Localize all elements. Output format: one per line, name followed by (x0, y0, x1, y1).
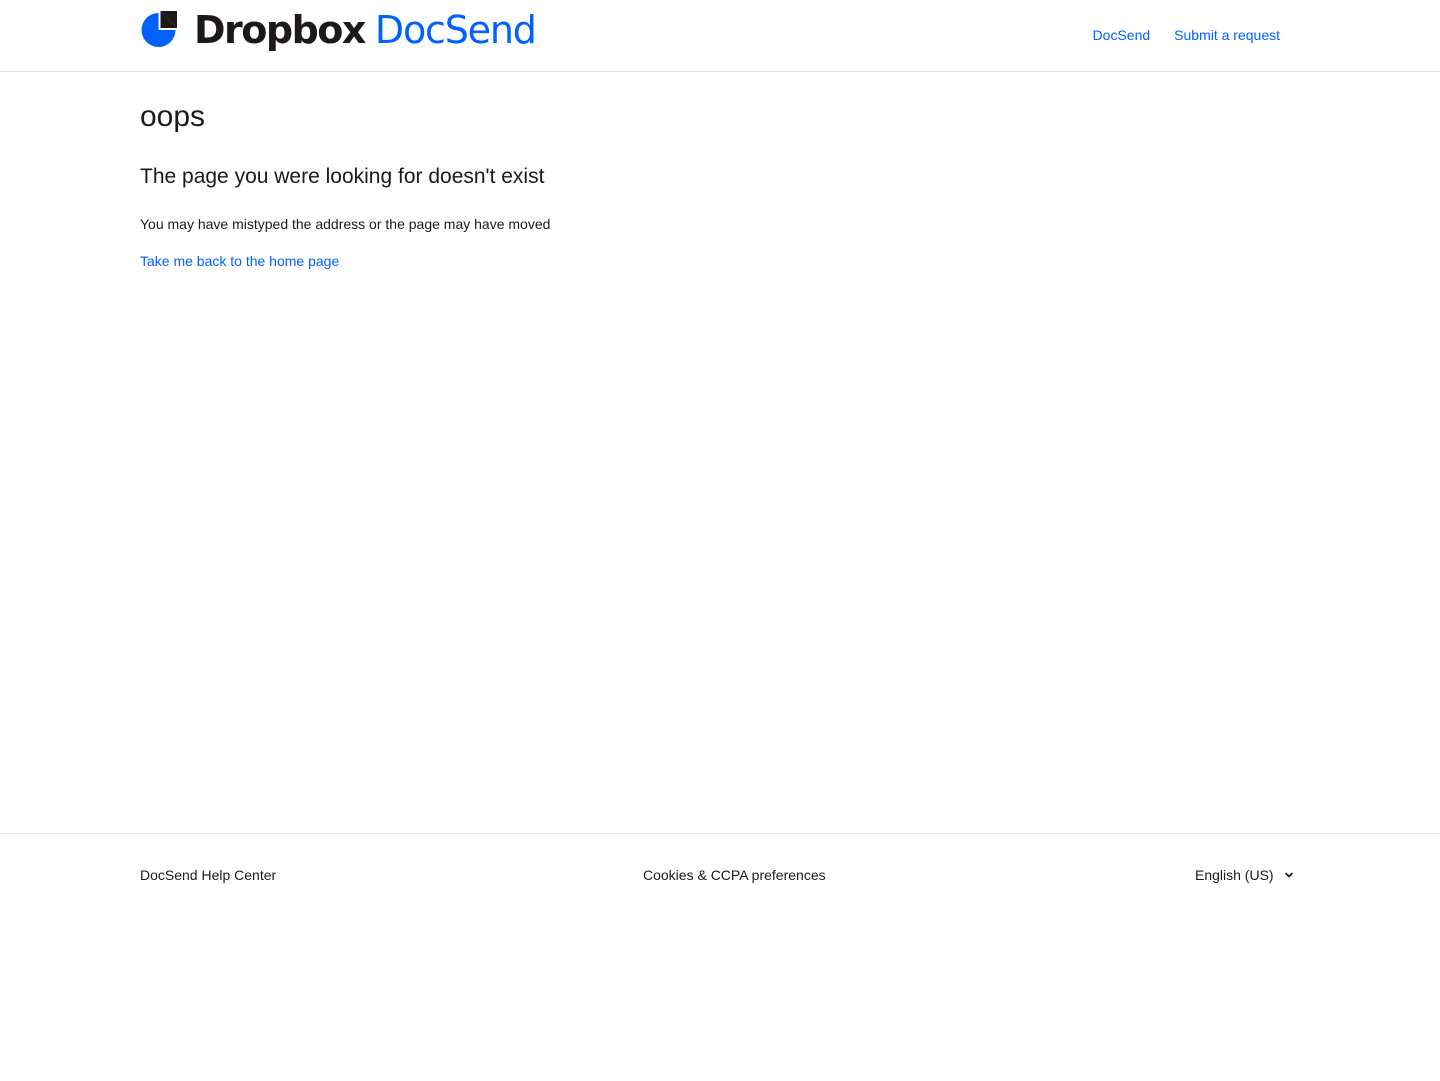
chevron-down-icon (1284, 872, 1293, 878)
language-selector[interactable]: English (US) (1195, 866, 1294, 884)
language-selected-label: English (US) (1195, 867, 1274, 883)
dropbox-docsend-logo-icon (141, 11, 177, 47)
footer-help-center-link[interactable]: DocSend Help Center (140, 866, 276, 884)
logo-link[interactable]: Dropbox DocSend (140, 8, 537, 52)
header-nav: DocSend Submit a request (1093, 26, 1280, 44)
error-subtitle: The page you were looking for doesn't ex… (140, 165, 545, 188)
site-footer: DocSend Help Center Cookies & CCPA prefe… (0, 833, 1440, 1081)
error-description: You may have mistyped the address or the… (140, 216, 551, 232)
home-page-link[interactable]: Take me back to the home page (140, 252, 339, 270)
nav-link-docsend[interactable]: DocSend (1093, 26, 1151, 44)
logo-wordmark-dropbox: Dropbox (194, 8, 366, 52)
logo-wordmark-docsend: DocSend (374, 8, 537, 52)
footer-cookies-link[interactable]: Cookies & CCPA preferences (643, 866, 826, 884)
page-title: oops (140, 100, 206, 133)
site-header: Dropbox DocSend DocSend Submit a request (0, 0, 1440, 72)
nav-link-submit-request[interactable]: Submit a request (1174, 26, 1280, 44)
